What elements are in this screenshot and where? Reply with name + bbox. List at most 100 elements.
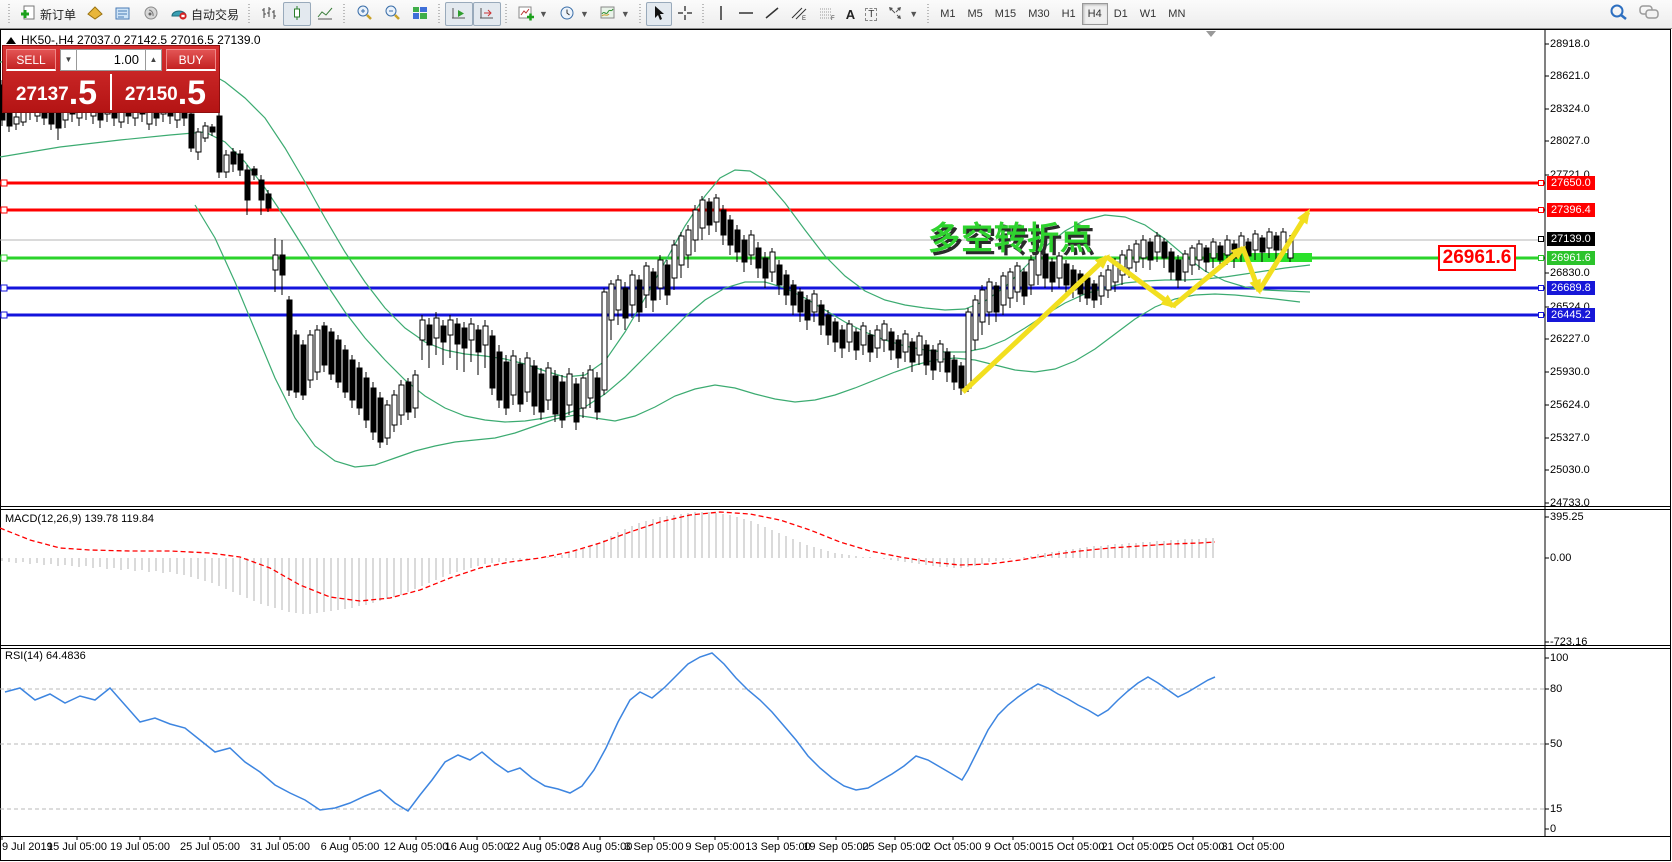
date-axis-tick: 16 Aug 05:00 [444,841,510,853]
date-axis-tick: 31 Jul 05:00 [250,841,310,853]
timeframe-button-D1[interactable]: D1 [1108,3,1134,25]
vertical-line-icon [714,5,728,24]
toolbar-drag-handle[interactable] [437,4,443,24]
data-window-icon [114,5,132,24]
cursor-button[interactable] [645,2,672,26]
volume-field[interactable]: 1.00 [77,49,145,71]
macd-axis-tick: 395.25 [1550,511,1584,523]
line-anchor-handle[interactable] [1538,180,1544,186]
price-axis-tick: 28918.0 [1550,38,1590,50]
horizontal-line-button[interactable] [733,2,759,26]
svg-text:F: F [831,16,835,21]
crosshair-icon [677,5,693,24]
toolbar: 新订单 自动交易 ▼ ▼ ▼ E F A T ▼ M1 M5 M15 M30 H… [0,0,1672,29]
chart-shift-button[interactable] [473,2,502,26]
zoom-out-button[interactable] [378,2,406,26]
price-tag-box[interactable]: 26961.6 [1438,245,1516,271]
volume-stepper: ▼ 1.00 ▲ [60,49,162,71]
sell-price[interactable]: 27137 .5 [3,72,110,112]
toolbar-drag-handle[interactable] [247,4,253,24]
autotrading-label: 自动交易 [191,7,240,22]
date-axis-tick: 22 Aug 05:00 [507,841,573,853]
date-axis-tick: 25 Sep 05:00 [862,841,928,853]
equidistant-channel-button[interactable]: E [785,2,813,26]
dropdown-caret-icon: ▼ [579,9,589,19]
price-axis-tick: 26227.0 [1550,333,1590,345]
date-axis-tick: 9 Jul 2019 [2,841,53,853]
price-level-label: 27396.4 [1547,203,1595,217]
line-chart-icon [316,5,334,24]
data-window-button[interactable] [109,2,137,26]
chat-icon[interactable] [1638,3,1660,26]
buy-price[interactable]: 27150 .5 [112,72,219,112]
date-axis-tick: 3 Sep 05:00 [624,841,684,853]
bar-chart-button[interactable] [255,2,283,26]
line-anchor-handle[interactable] [1538,255,1544,261]
fibonacci-button[interactable]: F [813,2,841,26]
cursor-arrow-icon [651,5,667,24]
toolbar-drag-handle[interactable] [7,4,12,24]
timeframe-button-M1[interactable]: M1 [934,3,961,25]
chart-shift-marker-icon[interactable] [1206,31,1216,37]
periods-button[interactable]: ▼ [553,2,594,26]
strategy-signal-button[interactable] [137,2,165,26]
price-axis-tick: 25930.0 [1550,366,1590,378]
line-anchor-handle[interactable] [1538,236,1544,242]
auto-scroll-button[interactable] [445,2,474,26]
macd-label: MACD(12,26,9) 139.78 119.84 [5,513,154,525]
toolbar-drag-handle[interactable] [637,4,643,24]
candlestick-chart-button[interactable] [283,2,312,26]
trendline-button[interactable] [759,2,785,26]
timeframe-button-MN[interactable]: MN [1162,3,1191,25]
volume-decrease-button[interactable]: ▼ [60,49,77,71]
price-axis-tick: 25030.0 [1550,464,1590,476]
timeframe-button-M5[interactable]: M5 [962,3,989,25]
text-button[interactable]: A [841,2,860,26]
auto-scroll-icon [450,5,468,24]
buy-button[interactable]: BUY [166,49,216,71]
vertical-line-button[interactable] [709,2,733,26]
date-axis-tick: 28 Aug 05:00 [567,841,633,853]
label-button[interactable]: T [860,2,882,26]
price-level-label: 27650.0 [1547,176,1595,190]
indicators-icon [517,5,535,24]
price-axis-tick: 28027.0 [1550,135,1590,147]
toolbar-drag-handle[interactable] [926,4,932,24]
shapes-icon [887,5,905,24]
shapes-button[interactable]: ▼ [882,2,923,26]
date-axis-tick: 15 Jul 05:00 [47,841,107,853]
toolbar-drag-handle[interactable] [504,4,510,24]
timeframe-button-M15[interactable]: M15 [989,3,1022,25]
templates-button[interactable]: ▼ [594,2,635,26]
application-window: 新订单 自动交易 ▼ ▼ ▼ E F A T ▼ M1 M5 M15 M30 H… [0,0,1672,862]
line-chart-button[interactable] [311,2,339,26]
timeframe-button-H4[interactable]: H4 [1081,3,1108,25]
autotrading-button[interactable]: 自动交易 [165,2,244,26]
one-click-collapse-icon[interactable] [6,36,16,44]
zoom-in-button[interactable] [350,2,378,26]
indicators-button[interactable]: ▼ [512,2,553,26]
market-watch-button[interactable] [81,2,109,26]
toolbar-drag-handle[interactable] [342,4,348,24]
timeframe-button-M30[interactable]: M30 [1022,3,1055,25]
timeframe-button-H1[interactable]: H1 [1056,3,1082,25]
price-level-label: 26961.6 [1547,251,1595,265]
line-anchor-handle[interactable] [1538,207,1544,213]
toolbar-drag-handle[interactable] [700,4,706,24]
search-icon[interactable] [1609,3,1628,26]
sell-button[interactable]: SELL [6,49,56,71]
annotation-text[interactable]: 多空转折点 [928,213,1093,259]
line-anchor-handle[interactable] [1538,312,1544,318]
new-order-button[interactable]: 新订单 [15,2,81,26]
candlestick-chart-icon [288,5,306,24]
bar-chart-icon [260,5,278,24]
volume-increase-button[interactable]: ▲ [145,49,162,71]
date-axis-tick: 9 Oct 05:00 [984,841,1042,853]
rsi-label: RSI(14) 64.4836 [5,650,86,662]
line-anchor-handle[interactable] [1538,285,1544,291]
date-axis-tick: 19 Sep 05:00 [803,841,869,853]
clock-icon [558,5,576,24]
tile-windows-button[interactable] [406,2,434,26]
crosshair-button[interactable] [672,2,698,26]
timeframe-button-W1[interactable]: W1 [1134,3,1163,25]
